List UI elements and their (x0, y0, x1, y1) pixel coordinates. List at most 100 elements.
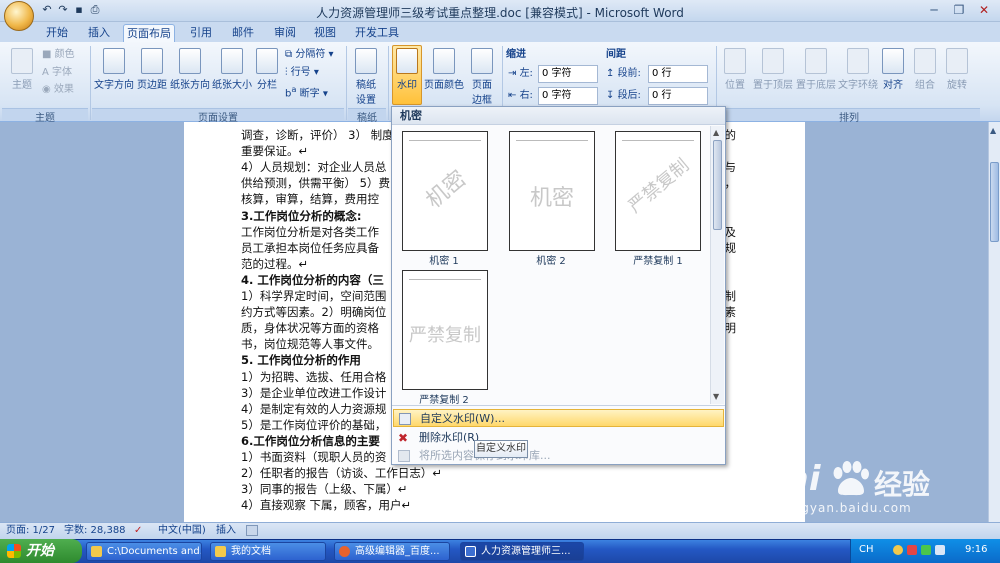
volume-icon[interactable] (935, 545, 945, 555)
document-line[interactable]: 3）是企业单位改进工作设计 (241, 385, 386, 402)
page-border-button[interactable]: 页面 边框 (466, 46, 498, 106)
watermark-option-confidential-2[interactable]: 机密 (509, 131, 595, 251)
document-line[interactable]: 4. 工作岗位分析的内容（三 (241, 272, 384, 289)
text-wrap-button[interactable]: 文字环绕 (838, 46, 878, 106)
security-icon[interactable] (907, 545, 917, 555)
scroll-up-icon[interactable]: ▲ (713, 128, 719, 137)
spacing-after-input[interactable]: 0 行 (648, 87, 708, 105)
watermark-button[interactable]: 水印 (392, 45, 422, 105)
position-button[interactable]: 位置 (720, 46, 750, 106)
document-line[interactable]: 5. 工作岗位分析的作用 (241, 352, 361, 369)
orientation-button[interactable]: 纸张方向 (170, 46, 210, 106)
minimize-icon[interactable]: ─ (922, 2, 946, 19)
document-line[interactable]: 2）任职者的报告（访谈、工作日志）↵ (241, 465, 442, 482)
watermark-option-no-copy-2[interactable]: 严禁复制 (402, 270, 488, 390)
gallery-scroll-thumb[interactable] (713, 140, 722, 230)
document-line[interactable]: 核算，审算，结算，费用控 (241, 191, 379, 208)
text-wrap-label: 文字环绕 (838, 80, 878, 91)
document-line[interactable]: 1）科学界定时间，空间范围 (241, 288, 386, 305)
gallery-scrollbar[interactable]: ▲ ▼ (710, 126, 724, 404)
document-line[interactable]: 1）书面资料（现职人员的资 (241, 449, 386, 466)
scroll-down-icon[interactable]: ▼ (713, 392, 719, 401)
custom-watermark-item[interactable]: 自定义水印(W)... (393, 409, 724, 427)
spacing-heading: 间距 (606, 49, 626, 60)
tab-references[interactable]: 引用 (184, 24, 218, 42)
page-count[interactable]: 页面: 1/27 (6, 523, 55, 539)
rotate-button[interactable]: 旋转 (944, 46, 970, 106)
tab-insert[interactable]: 插入 (82, 24, 116, 42)
word-count[interactable]: 字数: 28,388 (64, 523, 126, 539)
theme-effects-button[interactable]: ◉ 效果 (42, 82, 74, 97)
office-button[interactable] (4, 1, 34, 31)
text-direction-button[interactable]: 文字方向 (94, 46, 134, 106)
watermark-option-confidential-1[interactable]: 机密 (402, 131, 488, 251)
scroll-up-icon[interactable]: ▲ (990, 126, 999, 138)
document-line[interactable]: 4）是制定有效的人力资源规 (241, 401, 386, 418)
page-border-icon (471, 48, 493, 74)
language-status[interactable]: 中文(中国) (158, 523, 206, 539)
start-button[interactable]: 开始 (0, 539, 82, 563)
document-line[interactable]: 3）同事的报告（上级、下属）↵ (241, 481, 407, 498)
document-line[interactable]: 员工承担本岗位任务应具备 (241, 240, 379, 257)
manuscript-settings-button[interactable]: 稿纸 设置 (350, 46, 382, 106)
theme-fonts-button[interactable]: A 字体 (42, 65, 72, 80)
document-line[interactable]: 工作岗位分析是对各类工作 (241, 224, 379, 241)
windows-logo-icon (7, 544, 21, 558)
align-button[interactable]: 对齐 (880, 46, 906, 106)
theme-colors-button[interactable]: ■ 颜色 (42, 47, 75, 62)
watermark-option-no-copy-1[interactable]: 严禁复制 (615, 131, 701, 251)
restore-icon[interactable]: ❐ (947, 2, 971, 19)
spacing-before-label: ↥ 段前: (606, 68, 641, 79)
document-line[interactable]: 范的过程。↵ (241, 256, 308, 273)
insert-mode[interactable]: 插入 (216, 523, 236, 539)
indent-right-input[interactable]: 0 字符 (538, 87, 598, 105)
line-numbers-button[interactable]: ⫶ 行号 ▾ (285, 65, 319, 80)
page-color-button[interactable]: 页面颜色 (424, 46, 464, 106)
save-to-gallery-item[interactable]: 将所选内容保存到水印库... (393, 447, 724, 465)
indent-left-input[interactable]: 0 字符 (538, 65, 598, 83)
document-line[interactable]: 4）直接观察 下属，顾客，用户↵ (241, 497, 411, 514)
remove-watermark-item[interactable]: ✖ 删除水印(R) (393, 429, 724, 447)
close-icon[interactable]: ✕ (972, 2, 996, 19)
document-line[interactable]: 书，岗位规范等人事文件。 (241, 336, 379, 353)
tab-view[interactable]: 视图 (308, 24, 342, 42)
scroll-thumb[interactable] (990, 162, 999, 242)
tab-developer[interactable]: 开发工具 (350, 24, 404, 42)
themes-button[interactable]: 主题 (6, 46, 38, 106)
spacing-after-label: ↧ 段后: (606, 90, 641, 101)
macro-icon[interactable] (246, 525, 258, 536)
document-line[interactable]: 重要保证。↵ (241, 143, 308, 160)
document-line[interactable]: 6.工作岗位分析信息的主要 (241, 433, 380, 450)
breaks-button[interactable]: ⧉ 分隔符 ▾ (285, 47, 334, 62)
tab-review[interactable]: 审阅 (268, 24, 302, 42)
tab-mailings[interactable]: 邮件 (226, 24, 260, 42)
document-line[interactable]: 1）为招聘、选拔、任用合格 (241, 369, 386, 386)
document-line[interactable]: 质，身体状况等方面的资格 (241, 320, 379, 337)
document-line[interactable]: 调查，诊断，评价） 3） 制度 (241, 127, 394, 144)
document-line[interactable]: 5）是工作岗位评价的基础， (241, 417, 386, 434)
document-line[interactable]: 约方式等因素。2）明确岗位 (241, 304, 386, 321)
taskbar-item[interactable]: C:\Documents and... (86, 542, 202, 561)
document-line[interactable]: 4）人员规划：对企业人员总 (241, 159, 386, 176)
bring-to-front-button[interactable]: 置于顶层 (752, 46, 794, 106)
network-icon[interactable] (921, 545, 931, 555)
columns-button[interactable]: 分栏 (254, 46, 280, 106)
margins-button[interactable]: 页边距 (136, 46, 168, 106)
paper-size-button[interactable]: 纸张大小 (212, 46, 252, 106)
qq-icon[interactable] (893, 545, 903, 555)
thumb-watermark-text: 机密 (421, 166, 472, 214)
document-line[interactable]: 供给预测，供需平衡） 5）费 (241, 175, 390, 192)
proofing-icon[interactable]: ✓ (134, 523, 142, 539)
tab-home[interactable]: 开始 (40, 24, 74, 42)
taskbar-item[interactable]: 我的文档 (210, 542, 326, 561)
document-line[interactable]: 3.工作岗位分析的概念: (241, 208, 361, 225)
language-indicator[interactable]: CH (859, 544, 874, 555)
group-objects-button[interactable]: 组合 (912, 46, 938, 106)
taskbar-item[interactable]: 高级编辑器_百度... (334, 542, 450, 561)
spacing-before-input[interactable]: 0 行 (648, 65, 708, 83)
hyphenation-button[interactable]: ba 断字 ▾ (285, 82, 328, 99)
window-title: 人力资源管理师三级考试重点整理.doc [兼容模式] - Microsoft W… (316, 6, 684, 20)
send-to-back-button[interactable]: 置于底层 (796, 46, 836, 106)
tab-page-layout[interactable]: 页面布局 (123, 24, 175, 42)
taskbar-item-active[interactable]: 人力资源管理师三... (460, 542, 584, 561)
